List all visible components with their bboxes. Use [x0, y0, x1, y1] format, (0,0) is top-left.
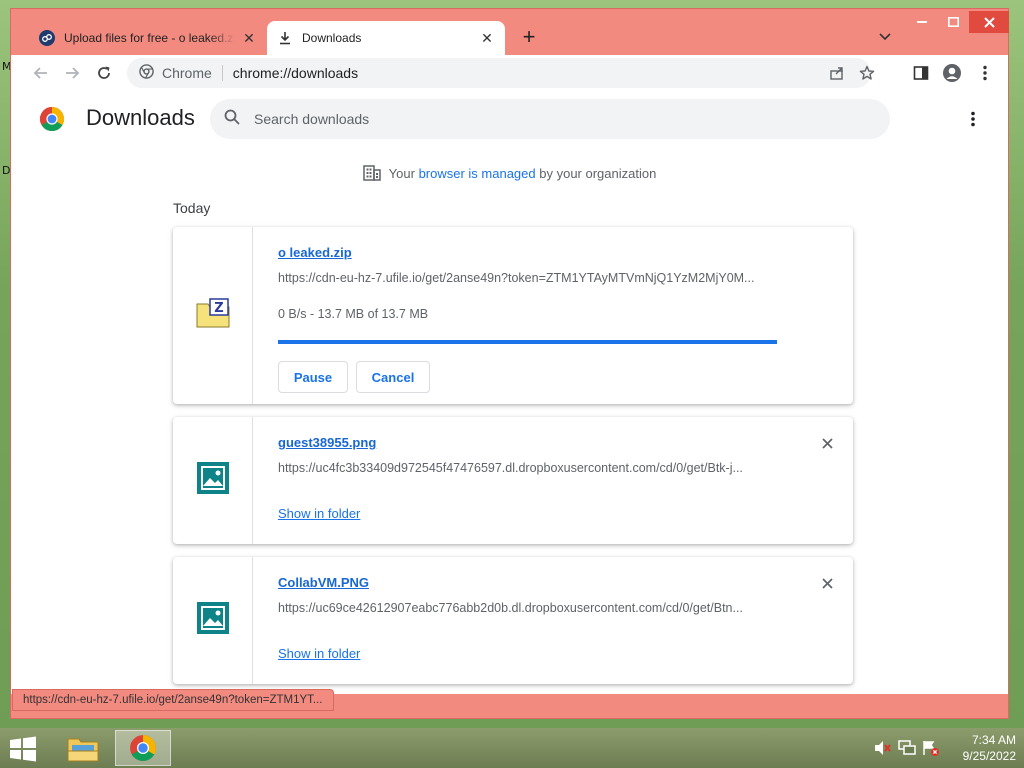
title-bar: Upload files for free - o leaked.zip - u…: [11, 9, 1009, 55]
back-arrow-icon[interactable]: [29, 61, 53, 85]
show-in-folder-link[interactable]: Show in folder: [278, 506, 360, 521]
clock-date: 9/25/2022: [962, 749, 1016, 763]
download-progress-fill: [278, 340, 777, 344]
search-icon: [224, 109, 240, 130]
search-downloads-box[interactable]: [210, 99, 890, 139]
close-window-button[interactable]: [969, 11, 1009, 33]
download-item: Z o leaked.zip https://cdn-eu-hz-7.ufile…: [173, 227, 853, 404]
remove-from-list-icon[interactable]: [817, 573, 837, 593]
omnibox-url: chrome://downloads: [232, 65, 359, 81]
managed-link[interactable]: browser is managed: [419, 166, 536, 181]
windows-start-icon[interactable]: [8, 736, 38, 762]
reload-icon[interactable]: [92, 61, 116, 85]
tab-downloads[interactable]: Downloads ✕: [267, 21, 505, 55]
tab-search-chevron-icon[interactable]: [875, 29, 895, 45]
page-title: Downloads: [86, 105, 195, 130]
omnibox-divider: [221, 65, 223, 81]
download-icon: [277, 30, 293, 46]
downloads-page: Downloads Your browser is managed by you…: [11, 91, 1008, 694]
file-name-link[interactable]: guest38955.png: [278, 435, 376, 450]
tab-title: Upload files for free - o leaked.zip - u…: [64, 31, 235, 45]
new-tab-button[interactable]: +: [517, 26, 541, 50]
close-tab-icon[interactable]: ✕: [479, 30, 495, 46]
show-in-folder-link[interactable]: Show in folder: [278, 646, 360, 661]
file-url: https://uc69ce42612907eabc776abb2d0b.dl.…: [278, 601, 743, 615]
chrome-logo-icon: [39, 106, 65, 132]
file-url: https://uc4fc3b33409d972545f47476597.dl.…: [278, 461, 743, 475]
pause-button[interactable]: Pause: [278, 361, 348, 393]
download-progress-bar: [278, 340, 777, 344]
building-icon: [362, 165, 381, 181]
bookmark-star-icon[interactable]: [855, 61, 879, 85]
maximize-button[interactable]: [937, 11, 969, 33]
zip-file-icon: Z: [196, 298, 230, 333]
more-actions-icon[interactable]: [961, 107, 985, 131]
download-status: 0 B/s - 13.7 MB of 13.7 MB: [278, 307, 429, 321]
remove-from-list-icon[interactable]: [817, 433, 837, 453]
file-url: https://cdn-eu-hz-7.ufile.io/get/2anse49…: [278, 271, 755, 285]
file-icon-column: [173, 417, 253, 544]
network-icon[interactable]: [898, 740, 916, 756]
action-center-flag-icon[interactable]: [922, 740, 940, 756]
share-icon[interactable]: [825, 61, 849, 85]
close-tab-icon[interactable]: ✕: [241, 30, 257, 46]
side-panel-icon[interactable]: [909, 61, 933, 85]
system-clock[interactable]: 7:34 AM 9/25/2022: [944, 732, 1016, 764]
tab-ufile[interactable]: Upload files for free - o leaked.zip - u…: [29, 21, 267, 55]
file-explorer-icon[interactable]: [55, 730, 111, 766]
link-status-bubble: https://cdn-eu-hz-7.ufile.io/get/2anse49…: [12, 689, 334, 711]
managed-suffix: by your organization: [539, 165, 657, 181]
browser-window: Upload files for free - o leaked.zip - u…: [10, 8, 1009, 719]
omnibox-scheme-label: Chrome: [162, 65, 212, 81]
managed-notice: Your browser is managed by your organiza…: [11, 165, 1008, 181]
image-file-icon: [196, 602, 229, 639]
tab-title: Downloads: [302, 31, 362, 45]
downloads-header: Downloads: [11, 91, 1008, 147]
ufile-favicon-icon: [39, 30, 55, 46]
cancel-button[interactable]: Cancel: [356, 361, 430, 393]
chrome-taskbar-icon[interactable]: [115, 730, 171, 766]
taskbar: 7:34 AM 9/25/2022: [0, 728, 1024, 768]
date-section-heading: Today: [173, 200, 211, 216]
file-icon-column: [173, 557, 253, 684]
file-name-link[interactable]: CollabVM.PNG: [278, 575, 369, 590]
browser-toolbar: Chrome chrome://downloads: [11, 55, 1008, 91]
browser-menu-icon[interactable]: [973, 61, 997, 85]
forward-arrow-icon[interactable]: [60, 61, 84, 85]
address-bar[interactable]: Chrome chrome://downloads: [127, 58, 875, 88]
download-item: guest38955.png https://uc4fc3b33409d9725…: [173, 417, 853, 544]
volume-muted-icon[interactable]: [874, 740, 892, 756]
minimize-button[interactable]: [906, 11, 938, 33]
chrome-page-icon: [139, 64, 154, 82]
file-name-link[interactable]: o leaked.zip: [278, 245, 352, 260]
clock-time: 7:34 AM: [971, 733, 1016, 747]
profile-avatar-icon[interactable]: [940, 61, 964, 85]
image-file-icon: [196, 462, 229, 499]
file-icon-column: Z: [173, 227, 253, 404]
download-item: CollabVM.PNG https://uc69ce42612907eabc7…: [173, 557, 853, 684]
managed-prefix: Your: [388, 165, 415, 181]
search-input[interactable]: [254, 111, 814, 127]
svg-text:Z: Z: [214, 301, 223, 316]
